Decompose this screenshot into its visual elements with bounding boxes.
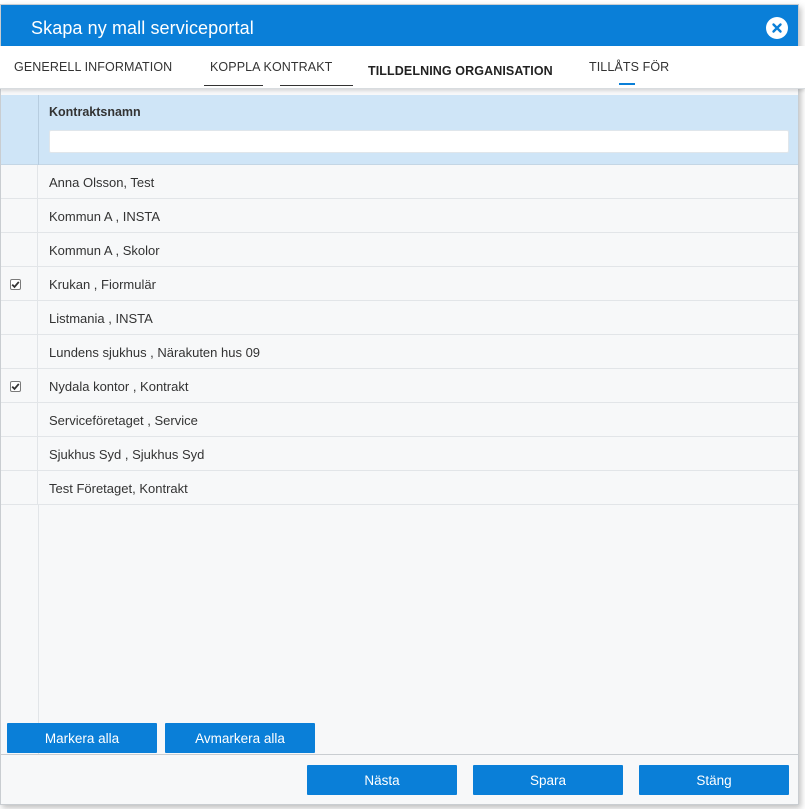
contract-name: Kommun A , INSTA — [49, 209, 161, 224]
table-row[interactable]: Krukan , Fiormulär — [1, 267, 798, 301]
table-row[interactable]: Anna Olsson, Test — [1, 165, 798, 199]
row-checkbox-cell[interactable] — [1, 471, 38, 505]
table-row[interactable]: Sjukhus Syd , Sjukhus Syd — [1, 437, 798, 471]
contract-name: Nydala kontor , Kontrakt — [49, 379, 189, 394]
filter-input[interactable] — [49, 130, 789, 153]
table-row[interactable]: Kommun A , INSTA — [1, 199, 798, 233]
tab-underline — [204, 85, 263, 86]
tab-tillats-for[interactable]: Tillåts för — [589, 60, 669, 74]
table-row[interactable]: Serviceföretaget , Service — [1, 403, 798, 437]
deselect-all-button[interactable]: Avmarkera alla — [165, 723, 315, 753]
contract-name: Kommun A , Skolor — [49, 243, 160, 258]
table-row[interactable]: Lundens sjukhus , Närakuten hus 09 — [1, 335, 798, 369]
contract-name: Anna Olsson, Test — [49, 175, 155, 190]
contract-name: Listmania , INSTA — [49, 311, 153, 326]
grid-header: Kontraktsnamn — [1, 95, 798, 165]
row-checkbox-cell[interactable] — [1, 199, 38, 233]
row-checkbox-cell[interactable] — [1, 335, 38, 369]
column-header-kontraktsnamn[interactable]: Kontraktsnamn — [49, 105, 141, 119]
tab-generell-information[interactable]: Generell information — [14, 60, 172, 74]
column-separator — [38, 95, 39, 165]
tab-underline — [280, 85, 353, 86]
tab-koppla-kontrakt[interactable]: Koppla kontrakt — [210, 60, 332, 74]
tab-active-indicator — [619, 83, 635, 85]
dialog-title: Skapa ny mall serviceportal — [31, 18, 254, 38]
tab-tilldelning-organisation[interactable]: Tilldelning organisation — [368, 64, 553, 78]
row-checkbox-cell[interactable] — [1, 437, 38, 471]
save-button[interactable]: Spara — [473, 765, 623, 795]
close-dialog-button[interactable] — [766, 17, 788, 39]
table-row[interactable]: Nydala kontor , Kontrakt — [1, 369, 798, 403]
row-checkbox-cell[interactable] — [1, 403, 38, 437]
dialog-footer: Nästa Spara Stäng — [1, 754, 798, 804]
contract-name: Sjukhus Syd , Sjukhus Syd — [49, 447, 205, 462]
contract-name: Serviceföretaget , Service — [49, 413, 198, 428]
checkbox-icon[interactable] — [10, 381, 21, 392]
dialog: Skapa ny mall serviceportal Kontraktsnam… — [0, 4, 799, 805]
contract-name: Lundens sjukhus , Närakuten hus 09 — [49, 345, 261, 360]
row-checkbox-cell[interactable] — [1, 301, 38, 335]
row-checkbox-cell[interactable] — [1, 267, 38, 301]
select-all-button[interactable]: Markera alla — [7, 723, 157, 753]
table-row[interactable]: Listmania , INSTA — [1, 301, 798, 335]
contract-grid: Kontraktsnamn Anna Olsson, Test Kommun A … — [1, 95, 798, 505]
next-button[interactable]: Nästa — [307, 765, 457, 795]
table-row[interactable]: Kommun A , Skolor — [1, 233, 798, 267]
grid-rows: Anna Olsson, Test Kommun A , INSTA Kommun … — [1, 165, 798, 505]
column-separator-body — [38, 505, 39, 755]
table-row[interactable]: Test Företaget, Kontrakt — [1, 471, 798, 505]
contract-name: Test Företaget, Kontrakt — [49, 481, 188, 496]
row-checkbox-cell[interactable] — [1, 165, 38, 199]
close-icon — [772, 23, 782, 33]
dialog-titlebar: Skapa ny mall serviceportal — [1, 5, 798, 51]
contract-name: Krukan , Fiormulär — [49, 277, 156, 292]
row-checkbox-cell[interactable] — [1, 233, 38, 267]
row-checkbox-cell[interactable] — [1, 369, 38, 403]
close-button[interactable]: Stäng — [639, 765, 789, 795]
checkbox-icon[interactable] — [10, 279, 21, 290]
tab-bar: Generell information Koppla kontrakt Til… — [0, 46, 805, 89]
